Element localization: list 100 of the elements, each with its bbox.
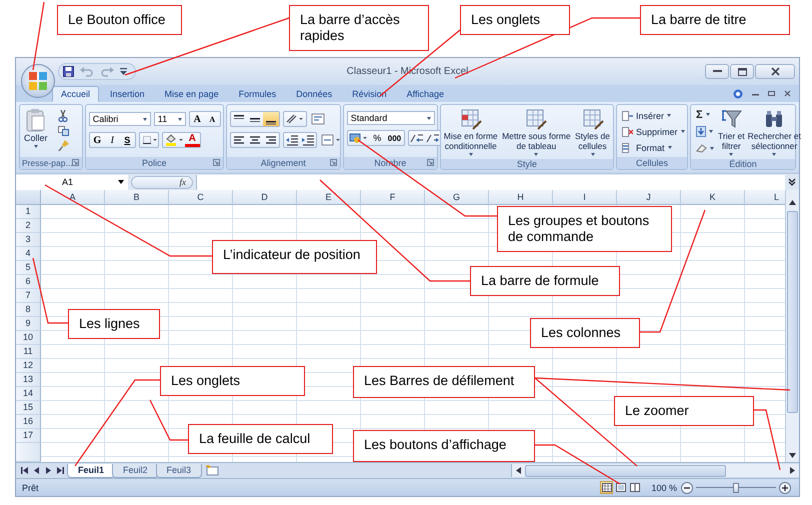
horizontal-scrollbar[interactable]	[511, 464, 799, 477]
column-header[interactable]: D	[233, 190, 297, 205]
launcher-icon[interactable]	[330, 159, 337, 166]
cells-button[interactable]: Supprimer	[620, 124, 687, 139]
thousands-button[interactable]: 000	[384, 131, 404, 145]
row-header[interactable]: 17	[16, 429, 41, 443]
slider-thumb[interactable]	[733, 482, 739, 492]
insert-sheet-icon[interactable]	[204, 465, 220, 476]
column-header[interactable]: A	[41, 190, 105, 205]
number-format-field[interactable]: Standard	[346, 111, 435, 125]
help-icon[interactable]	[733, 88, 743, 98]
style-button[interactable]: Mise en forme conditionnelle	[444, 107, 498, 157]
next-sheet-icon[interactable]	[45, 467, 51, 474]
first-sheet-icon[interactable]	[21, 467, 29, 474]
merge-cells-icon[interactable]	[320, 133, 342, 147]
launcher-icon[interactable]	[212, 159, 220, 166]
column-header[interactable]: K	[681, 190, 745, 205]
zoom-in-icon[interactable]	[779, 482, 791, 494]
row-header[interactable]: 7	[16, 289, 41, 303]
close-button[interactable]	[755, 64, 795, 79]
scroll-thumb[interactable]	[787, 211, 798, 413]
column-header[interactable]: L	[745, 190, 785, 205]
row-header[interactable]: 5	[16, 261, 41, 275]
shrink-font-button[interactable]: A	[204, 112, 220, 126]
ribbon-tab[interactable]: Mise en page	[156, 86, 228, 102]
row-header[interactable]: 8	[16, 303, 41, 317]
sheet-tab[interactable]: Feuil1	[67, 464, 116, 478]
zoom-out-icon[interactable]	[681, 482, 693, 494]
launcher-icon[interactable]	[72, 159, 79, 166]
maximize-button[interactable]	[730, 64, 754, 79]
currency-icon[interactable]	[348, 131, 370, 145]
cells-button[interactable]: Insérer	[620, 108, 674, 123]
ribbon-tab[interactable]: Formules	[230, 86, 286, 102]
row-header[interactable]: 9	[16, 317, 41, 331]
row-header[interactable]: 2	[16, 219, 41, 233]
editing-button[interactable]: Trier et filtrer	[717, 107, 746, 157]
decrease-indent-icon[interactable]	[284, 133, 300, 147]
zoom-slider[interactable]	[696, 482, 776, 494]
brush-icon[interactable]	[58, 140, 69, 151]
minimize-button[interactable]	[705, 64, 729, 79]
scissors-icon[interactable]	[58, 110, 68, 122]
wrap-text-icon[interactable]	[310, 112, 326, 126]
view-button[interactable]	[600, 481, 614, 494]
sheet-tab[interactable]: Feuil2	[112, 464, 159, 478]
paste-button[interactable]: Coller	[23, 107, 49, 149]
view-button[interactable]	[614, 481, 628, 494]
row-header[interactable]: 1	[16, 205, 41, 219]
copy-icon[interactable]	[58, 126, 69, 136]
vertical-align-icon[interactable]	[262, 112, 279, 126]
column-header[interactable]: F	[361, 190, 425, 205]
sheet-tab[interactable]: Feuil3	[156, 464, 202, 478]
right-arrow-icon[interactable]	[790, 467, 795, 474]
left-arrow-icon[interactable]	[516, 467, 521, 474]
column-header[interactable]: J	[617, 190, 681, 205]
ribbon-tab[interactable]: Affichage	[398, 86, 454, 102]
percent-button[interactable]: %	[370, 131, 385, 145]
column-header[interactable]: I	[553, 190, 617, 205]
scroll-thumb[interactable]	[525, 464, 726, 476]
formula-field[interactable]	[196, 174, 785, 190]
launcher-icon[interactable]	[426, 159, 434, 166]
row-header[interactable]: 6	[16, 275, 41, 289]
vertical-scrollbar[interactable]	[785, 190, 799, 462]
previous-sheet-icon[interactable]	[34, 467, 40, 474]
ribbon-tab[interactable]: Données	[287, 86, 342, 102]
save-icon[interactable]	[63, 66, 74, 77]
function-button[interactable]: fx	[180, 177, 186, 187]
last-sheet-icon[interactable]	[56, 467, 64, 474]
row-header[interactable]: 4	[16, 247, 41, 261]
column-header[interactable]: E	[297, 190, 361, 205]
font-size-field[interactable]: 11	[154, 112, 186, 126]
name-box[interactable]: A1	[16, 174, 128, 190]
style-button[interactable]: Mettre sous forme de tableau	[502, 107, 571, 157]
ribbon-tab[interactable]: Accueil	[52, 86, 100, 102]
row-header[interactable]: 14	[16, 387, 41, 401]
underline-button[interactable]: S	[120, 133, 135, 147]
style-button[interactable]: Styles de cellules	[575, 107, 610, 157]
restore-icon[interactable]	[768, 90, 775, 97]
italic-button[interactable]: I	[104, 133, 120, 147]
font-name-field[interactable]: Calibri	[88, 112, 151, 126]
column-header[interactable]: H	[489, 190, 553, 205]
row-header[interactable]: 11	[16, 345, 41, 359]
column-header[interactable]: G	[425, 190, 489, 205]
row-header[interactable]: 16	[16, 415, 41, 429]
bold-button[interactable]: G	[90, 133, 105, 147]
close-icon[interactable]	[784, 90, 791, 97]
editing-button[interactable]: Rechercher et sélectionner	[746, 107, 802, 157]
column-header[interactable]: C	[169, 190, 233, 205]
column-header[interactable]: B	[105, 190, 169, 205]
row-header[interactable]: 15	[16, 401, 41, 415]
row-header[interactable]: 12	[16, 359, 41, 373]
row-header[interactable]: 3	[16, 233, 41, 247]
cells-button[interactable]: Format	[620, 140, 674, 155]
view-button[interactable]	[628, 481, 642, 494]
expand-icon[interactable]	[787, 177, 797, 187]
increase-indent-icon[interactable]	[300, 133, 316, 147]
row-header[interactable]: 13	[16, 373, 41, 387]
down-arrow-icon[interactable]	[789, 453, 796, 458]
ribbon-tab[interactable]: Insertion	[101, 86, 154, 102]
up-arrow-icon[interactable]	[789, 200, 796, 205]
customize-dropdown-icon[interactable]	[120, 68, 127, 76]
